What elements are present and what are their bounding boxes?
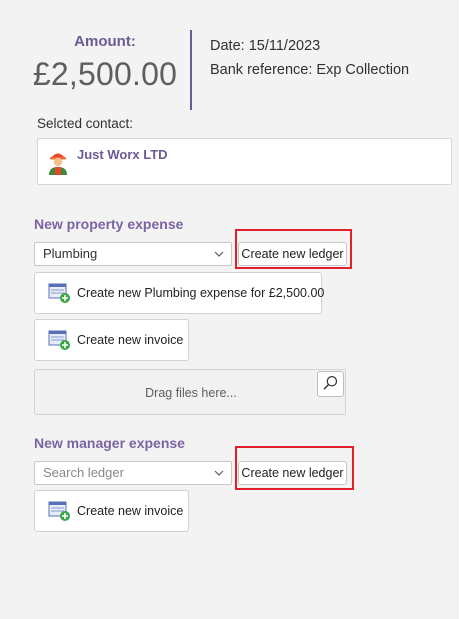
manager-create-ledger-button[interactable]: Create new ledger bbox=[238, 461, 347, 485]
transaction-info: Date: 15/11/2023 Bank reference: Exp Col… bbox=[210, 34, 409, 82]
drop-zone-text: Drag files here... bbox=[145, 386, 237, 400]
date-value: 15/11/2023 bbox=[248, 38, 321, 54]
date-row: Date: 15/11/2023 bbox=[210, 34, 409, 58]
selected-contact-card[interactable]: Just Worx LTD bbox=[37, 138, 452, 185]
date-label: Date: bbox=[210, 38, 245, 54]
search-icon bbox=[323, 376, 338, 390]
amount-block: Amount: £2,500.00 bbox=[30, 33, 180, 93]
search-ledger-placeholder: Search ledger bbox=[43, 465, 124, 480]
create-invoice-label: Create new invoice bbox=[77, 504, 184, 518]
browse-files-button[interactable] bbox=[317, 371, 344, 397]
chevron-down-icon bbox=[214, 251, 224, 257]
vertical-divider bbox=[190, 30, 192, 110]
create-invoice-label: Create new invoice bbox=[77, 333, 184, 347]
expense-panel: Amount: £2,500.00 Date: 15/11/2023 Bank … bbox=[0, 0, 461, 619]
file-drop-zone[interactable]: Drag files here... bbox=[34, 369, 346, 415]
bank-reference-row: Bank reference: Exp Collection bbox=[210, 58, 409, 82]
selected-contact-label: Selcted contact: bbox=[37, 116, 134, 131]
bank-reference-label: Bank reference: bbox=[210, 62, 313, 78]
document-add-icon bbox=[48, 283, 70, 303]
contact-name: Just Worx LTD bbox=[77, 147, 168, 162]
worker-avatar-icon bbox=[49, 153, 67, 175]
property-ledger-select-value: Plumbing bbox=[43, 246, 98, 261]
document-add-icon bbox=[48, 330, 70, 350]
chevron-down-icon bbox=[214, 470, 224, 476]
property-create-invoice-button[interactable]: Create new invoice bbox=[34, 319, 189, 361]
create-expense-label: Create new Plumbing expense for £2,500.0… bbox=[77, 286, 325, 300]
create-expense-button[interactable]: Create new Plumbing expense for £2,500.0… bbox=[34, 272, 325, 314]
bank-reference-value: Exp Collection bbox=[316, 62, 410, 78]
amount-label: Amount: bbox=[74, 33, 136, 50]
amount-value: £2,500.00 bbox=[32, 56, 178, 92]
manager-ledger-search[interactable]: Search ledger bbox=[34, 461, 232, 485]
manager-expense-title: New manager expense bbox=[34, 435, 185, 451]
property-expense-title: New property expense bbox=[34, 216, 184, 232]
document-add-icon bbox=[48, 501, 70, 521]
property-ledger-select[interactable]: Plumbing bbox=[34, 242, 232, 266]
manager-create-invoice-button[interactable]: Create new invoice bbox=[34, 490, 189, 532]
property-create-ledger-button[interactable]: Create new ledger bbox=[238, 242, 347, 266]
